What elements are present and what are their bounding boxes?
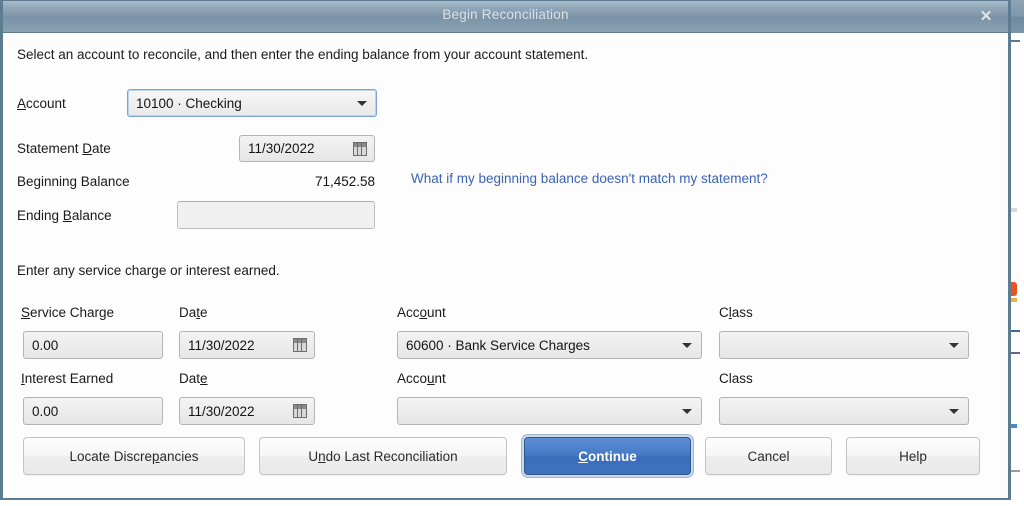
chevron-down-icon [682, 343, 692, 348]
service-account-select[interactable]: 60600 · Bank Service Charges [397, 331, 702, 359]
close-icon[interactable]: ✕ [977, 8, 995, 26]
account-select[interactable]: 10100 · Checking [127, 89, 377, 117]
begin-reconciliation-dialog: Begin Reconciliation ✕ Select an account… [0, 0, 1011, 500]
service-charge-input[interactable]: 0.00 [23, 331, 163, 359]
chevron-down-icon [949, 409, 959, 414]
statement-date-input[interactable]: 11/30/2022 [239, 135, 375, 162]
intro-text: Select an account to reconcile, and then… [17, 47, 589, 62]
calendar-icon[interactable] [293, 404, 307, 418]
dialog-body: Select an account to reconcile, and then… [3, 33, 1008, 498]
account-select-value: 10100 · Checking [136, 95, 242, 111]
service-account-value: 60600 · Bank Service Charges [406, 337, 590, 353]
beginning-balance-help-link[interactable]: What if my beginning balance doesn't mat… [411, 171, 768, 186]
dialog-title: Begin Reconciliation [442, 7, 569, 22]
interest-account-select[interactable] [397, 397, 702, 425]
statement-date-label: Statement Date [17, 141, 111, 156]
interest-earned-label: Interest Earned [21, 371, 114, 386]
service-date-label: Date [179, 305, 208, 320]
dialog-titlebar: Begin Reconciliation ✕ [3, 1, 1008, 33]
service-account-label: Account [397, 305, 446, 320]
locate-discrepancies-button[interactable]: Locate Discre p ancies [23, 437, 245, 475]
ending-balance-input[interactable] [177, 201, 375, 229]
charges-section-note: Enter any service charge or interest ear… [17, 263, 280, 278]
continue-button[interactable]: Continue [524, 437, 691, 475]
service-class-label: Class [719, 305, 753, 320]
account-label: Account [17, 96, 66, 111]
service-charge-value: 0.00 [32, 337, 59, 353]
beginning-balance-value: 71,452.58 [314, 174, 375, 189]
beginning-balance-label: Beginning Balance [17, 174, 130, 189]
ending-balance-label: Ending Balance [17, 208, 112, 223]
interest-date-value: 11/30/2022 [188, 403, 255, 419]
interest-earned-value: 0.00 [32, 403, 59, 419]
chevron-down-icon [949, 343, 959, 348]
interest-date-label: Date [179, 371, 208, 386]
interest-class-label: Class [719, 371, 753, 386]
interest-class-select[interactable] [719, 397, 969, 425]
service-date-value: 11/30/2022 [188, 337, 255, 353]
statement-date-value: 11/30/2022 [248, 141, 315, 156]
chevron-down-icon [682, 409, 692, 414]
chevron-down-icon [357, 101, 367, 106]
interest-date-input[interactable]: 11/30/2022 [179, 397, 315, 425]
service-class-select[interactable] [719, 331, 969, 359]
calendar-icon[interactable] [353, 141, 367, 156]
service-charge-label: Service Charge [21, 305, 115, 320]
undo-last-reconciliation-button[interactable]: Un do Last Reconciliation [259, 437, 507, 475]
service-date-input[interactable]: 11/30/2022 [179, 331, 315, 359]
interest-earned-input[interactable]: 0.00 [23, 397, 163, 425]
cancel-button[interactable]: Cancel [705, 437, 832, 475]
calendar-icon[interactable] [293, 338, 307, 352]
interest-account-label: Account [397, 371, 446, 386]
help-button[interactable]: Help [846, 437, 980, 475]
